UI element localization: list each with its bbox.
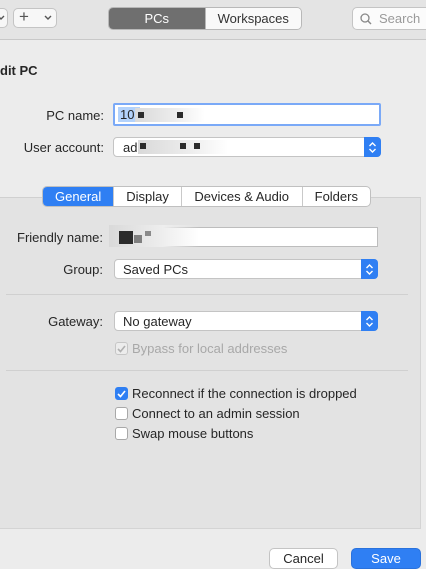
dialog-title: dit PC <box>0 63 38 78</box>
friendly-name-field[interactable] <box>109 225 378 247</box>
chevron-down-button[interactable] <box>0 8 8 28</box>
toolbar: + PCs Workspaces Search <box>0 0 426 40</box>
group-label: Group: <box>63 262 103 277</box>
checkmark-icon <box>117 389 126 398</box>
reconnect-checkbox[interactable] <box>115 387 128 400</box>
add-menu-button[interactable]: + <box>13 7 57 28</box>
gateway-label: Gateway: <box>48 314 103 329</box>
redacted-pixel <box>145 231 151 236</box>
gateway-value: No gateway <box>123 314 192 329</box>
pc-name-label: PC name: <box>46 108 104 123</box>
cancel-button[interactable]: Cancel <box>269 548 338 569</box>
tab-display[interactable]: Display <box>113 187 180 206</box>
redacted-pixel <box>180 143 186 149</box>
user-account-value: ad <box>123 140 138 155</box>
redacted-pixel <box>134 235 142 243</box>
checkmark-icon <box>117 344 126 353</box>
bypass-checkbox[interactable] <box>115 342 128 355</box>
bypass-label: Bypass for local addresses <box>132 341 288 356</box>
chevron-down-icon <box>44 15 52 20</box>
search-placeholder: Search <box>379 11 421 26</box>
chevron-down-icon <box>0 15 5 20</box>
segment-pcs[interactable]: PCs <box>109 8 205 29</box>
pc-name-field[interactable]: 10. <box>113 103 381 126</box>
view-segmented-control: PCs Workspaces <box>108 7 302 30</box>
redacted-pixel <box>140 143 146 149</box>
redacted-pixel <box>194 143 200 149</box>
separator <box>6 294 408 295</box>
segment-workspaces[interactable]: Workspaces <box>204 8 301 29</box>
popup-arrows-icon <box>364 137 381 157</box>
admin-session-label: Connect to an admin session <box>132 406 300 421</box>
redacted-pixel <box>177 112 183 118</box>
search-input[interactable]: Search <box>352 7 426 30</box>
tab-devices-audio[interactable]: Devices & Audio <box>180 187 302 206</box>
popup-arrows-icon <box>361 311 378 331</box>
swap-mouse-checkbox[interactable] <box>115 427 128 440</box>
group-popup[interactable]: Saved PCs <box>114 259 378 279</box>
gateway-popup[interactable]: No gateway <box>114 311 378 331</box>
save-button[interactable]: Save <box>351 548 421 569</box>
user-account-label: User account: <box>23 140 104 155</box>
popup-arrows-icon <box>361 259 378 279</box>
user-account-popup[interactable]: ad <box>113 137 381 157</box>
search-icon <box>360 13 372 25</box>
reconnect-label: Reconnect if the connection is dropped <box>132 386 357 401</box>
swap-mouse-label: Swap mouse buttons <box>132 426 254 441</box>
separator <box>6 370 408 371</box>
redacted-pixel <box>119 231 133 244</box>
tab-general[interactable]: General <box>43 187 114 206</box>
tab-folders[interactable]: Folders <box>301 187 370 206</box>
redacted-pixel <box>138 112 144 118</box>
settings-tabs: General Display Devices & Audio Folders <box>42 186 371 207</box>
add-icon: + <box>19 7 29 26</box>
admin-session-checkbox[interactable] <box>115 407 128 420</box>
redacted-pc-name <box>135 108 205 122</box>
group-value: Saved PCs <box>123 262 189 277</box>
friendly-name-label: Friendly name: <box>17 230 103 245</box>
